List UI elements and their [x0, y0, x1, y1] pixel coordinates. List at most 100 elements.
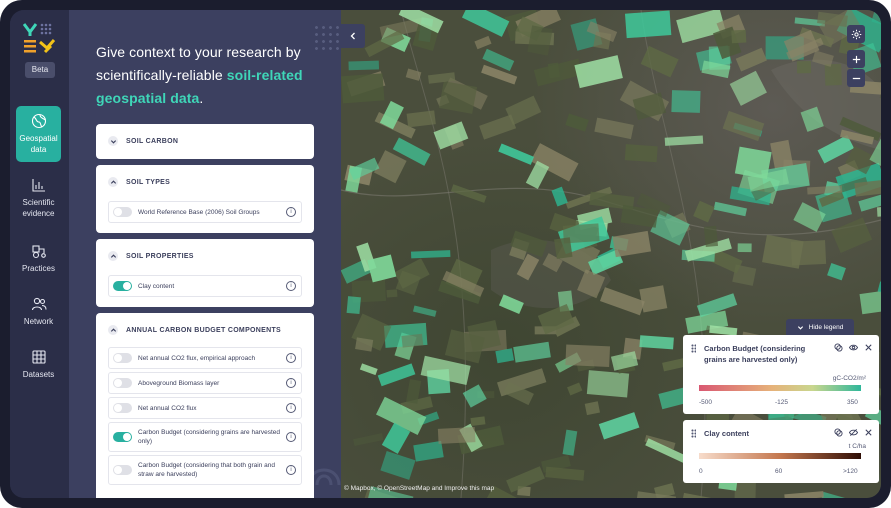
chevron-up-icon — [108, 177, 118, 187]
layer-row: Carbon Budget (considering grains are ha… — [108, 422, 302, 452]
section-header[interactable]: ANNUAL CARBON BUDGET COMPONENTS — [108, 313, 281, 347]
field-patch — [474, 35, 492, 50]
map-settings-button[interactable] — [847, 25, 865, 43]
nav-rail: Beta Geospatial data Scientific evidence… — [10, 10, 69, 498]
clay-data-patch — [713, 201, 747, 217]
field-patch — [594, 117, 634, 140]
field-patch — [624, 144, 658, 163]
legend-color-ramp — [699, 385, 861, 391]
layer-label: Aboveground Biomass layer — [138, 379, 220, 387]
info-icon[interactable]: i — [286, 432, 296, 442]
layer-row: Clay content i — [108, 275, 302, 297]
globe-icon — [31, 113, 46, 129]
legend-tick: 0 — [699, 468, 703, 475]
clay-data-patch — [551, 186, 568, 207]
info-icon[interactable]: i — [286, 281, 296, 291]
info-icon[interactable]: i — [286, 403, 296, 413]
bar-chart-icon — [31, 179, 45, 192]
clay-data-patch — [359, 363, 378, 376]
clay-data-patch — [498, 143, 535, 165]
nav-label: Scientific — [22, 198, 55, 207]
clay-data-patch — [348, 60, 380, 71]
opacity-icon[interactable] — [834, 343, 843, 352]
legend-carbon-budget: Carbon Budget (considering grains are ha… — [683, 335, 879, 414]
field-patch — [405, 68, 422, 81]
chevron-up-icon — [108, 251, 118, 261]
layer-toggle[interactable] — [113, 465, 132, 475]
clay-data-patch — [671, 90, 701, 113]
section-header[interactable]: SOIL CARBON — [108, 124, 178, 158]
nav-item-datasets[interactable]: Datasets — [16, 336, 61, 392]
field-patch — [401, 333, 424, 348]
field-patch — [599, 287, 645, 316]
section-soil-properties: SOIL PROPERTIES Clay content i — [96, 239, 314, 307]
close-icon[interactable] — [864, 428, 873, 437]
app-screen: Beta Geospatial data Scientific evidence… — [10, 10, 881, 498]
app-logo[interactable] — [23, 22, 57, 54]
drag-handle-icon[interactable] — [691, 344, 696, 353]
info-icon[interactable]: i — [286, 378, 296, 388]
field-patch — [722, 110, 765, 142]
close-icon[interactable] — [864, 343, 873, 352]
nav-label: data — [30, 145, 47, 154]
eye-off-icon[interactable] — [849, 428, 858, 437]
field-patch — [639, 285, 668, 313]
section-header[interactable]: SOIL PROPERTIES — [108, 239, 194, 273]
layer-toggle[interactable] — [113, 432, 132, 442]
section-title: ANNUAL CARBON BUDGET COMPONENTS — [126, 326, 282, 334]
clay-data-patch — [413, 440, 444, 462]
layer-toggle[interactable] — [113, 378, 132, 388]
collapse-panel-button[interactable] — [341, 24, 365, 48]
info-icon[interactable]: i — [286, 465, 296, 475]
section-header[interactable]: SOIL TYPES — [108, 165, 170, 199]
nav-label: Practices — [22, 263, 55, 273]
layer-toggle[interactable] — [113, 403, 132, 413]
legend-unit: t C/ha — [848, 443, 866, 450]
map-attribution[interactable]: © Mapbox, © OpenStreetMap and Improve th… — [344, 485, 494, 492]
nav-item-geospatial-data[interactable]: Geospatial data — [16, 106, 61, 162]
legend-tick: -125 — [775, 399, 789, 406]
field-patch — [554, 237, 573, 259]
nav-label: Network — [23, 316, 54, 326]
layer-toggle[interactable] — [113, 353, 132, 363]
legend-unit: gC-CO2/m² — [832, 375, 866, 382]
field-patch — [703, 225, 719, 248]
layer-toggle[interactable] — [113, 207, 132, 217]
field-patch — [693, 200, 715, 223]
nav-item-network[interactable]: Network — [16, 283, 61, 339]
layer-label: World Reference Base (2006) Soil Groups — [138, 208, 260, 216]
layer-row: Aboveground Biomass layer i — [108, 372, 302, 394]
gear-icon — [851, 29, 861, 39]
field-patch — [545, 466, 585, 481]
info-icon[interactable]: i — [286, 207, 296, 217]
nav-item-scientific-evidence[interactable]: Scientific evidence — [16, 170, 61, 226]
legend-tick: 60 — [775, 468, 783, 475]
clay-data-patch — [586, 370, 630, 398]
drag-handle-icon[interactable] — [691, 429, 696, 438]
field-patch — [341, 73, 385, 104]
nav-item-practices[interactable]: Practices — [16, 230, 61, 286]
hide-legend-button[interactable]: Hide legend — [786, 319, 854, 335]
field-patch — [640, 45, 679, 78]
field-patch — [470, 416, 486, 427]
device-frame: Beta Geospatial data Scientific evidence… — [0, 0, 891, 508]
field-patch — [353, 433, 384, 446]
clay-data-patch — [346, 296, 361, 315]
clay-data-patch — [462, 384, 487, 408]
opacity-icon[interactable] — [834, 428, 843, 437]
section-soil-carbon: SOIL CARBON — [96, 124, 314, 159]
eye-icon[interactable] — [849, 343, 858, 352]
info-icon[interactable]: i — [286, 353, 296, 363]
clay-data-patch — [664, 135, 704, 146]
map-canvas[interactable]: Hide legend Carbon Budget (considering g… — [341, 10, 881, 498]
layer-toggle[interactable] — [113, 281, 132, 291]
clay-data-patch — [410, 250, 451, 259]
legend-tick: 350 — [847, 399, 858, 406]
clay-data-patch — [461, 10, 510, 37]
legend-color-ramp — [699, 453, 861, 459]
chevron-left-icon — [350, 32, 355, 40]
zoom-in-button[interactable] — [847, 50, 865, 68]
clay-data-patch — [827, 263, 846, 281]
zoom-out-button[interactable] — [847, 69, 865, 87]
clay-data-patch — [729, 70, 767, 106]
